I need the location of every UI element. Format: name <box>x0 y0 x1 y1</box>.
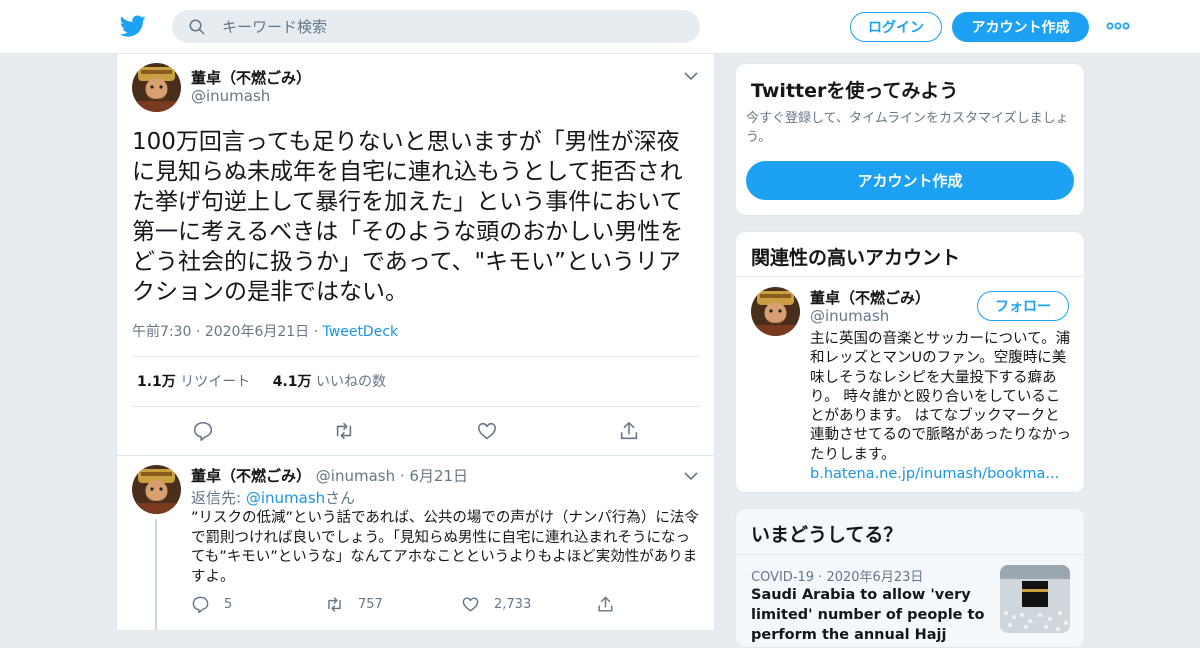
tweet-text: 100万回言っても足りないと思いますが「男性が深夜に見知らぬ未成年を自宅に連れ込… <box>132 129 684 305</box>
trend-thumbnail[interactable] <box>1000 565 1070 633</box>
search-input[interactable] <box>222 10 682 43</box>
reply-header: 董卓（不燃ごみ） @inumash · 6月21日 <box>191 465 468 486</box>
like-icon[interactable] <box>476 420 498 442</box>
retweet-stat-label: リツイート <box>180 374 251 390</box>
chevron-down-icon[interactable] <box>684 71 698 81</box>
bio-text: 主に英国の音楽とサッカーについて。浦和レッズとマンUのファン。空腹時に美味しそう… <box>810 331 1071 463</box>
divider <box>117 455 714 456</box>
signup-card-title: Twitterを使ってみよう <box>751 80 959 102</box>
tweet-stats: 1.1万 リツイート 4.1万 いいねの数 <box>137 371 386 391</box>
reply-like-button[interactable]: 2,733 <box>461 595 531 614</box>
avatar[interactable] <box>751 287 800 336</box>
reply-share-button[interactable] <box>596 595 629 614</box>
login-button[interactable]: ログイン <box>850 12 942 42</box>
divider <box>132 356 700 357</box>
reply-text: ”リスクの低減”という話であれば、公共の場での声がけ（ナンパ行為）に法令で罰則つ… <box>191 510 699 585</box>
related-account-bio: 主に英国の音楽とサッカーについて。浦和レッズとマンUのファン。空腹時に美味しそう… <box>810 330 1072 484</box>
signup-card: Twitterを使ってみよう 今すぐ登録して、タイムラインをカスタマイズしましょ… <box>735 63 1085 216</box>
avatar[interactable] <box>132 63 181 112</box>
tweet-meta: 午前7:30 · 2020年6月21日 · TweetDeck <box>132 321 398 341</box>
more-options-icon[interactable] <box>1106 19 1130 33</box>
reply-to-suffix: さん <box>325 489 356 507</box>
divider <box>736 554 1084 555</box>
reply-to-prefix: 返信先: <box>191 489 246 507</box>
reply-date[interactable]: 6月21日 <box>409 467 468 485</box>
trend-headline[interactable]: Saudi Arabia to allow 'very limited' num… <box>751 585 991 647</box>
reply-icon[interactable] <box>192 420 214 442</box>
reply-to-handle[interactable]: @inumash <box>246 489 325 507</box>
trend-category: COVID-19 <box>751 570 815 585</box>
tweet-date[interactable]: 2020年6月21日 <box>205 324 309 340</box>
divider <box>132 406 700 407</box>
meta-separator: · <box>395 467 410 485</box>
retweet-stat[interactable]: 1.1万 リツイート <box>137 374 250 390</box>
retweet-count: 1.1万 <box>137 374 176 390</box>
like-stat-label: いいねの数 <box>315 374 386 390</box>
share-icon <box>598 596 613 612</box>
chevron-down-icon[interactable] <box>684 471 698 481</box>
trends-card: いまどうしてる？ COVID-19 · 2020年6月23日 Saudi Ara… <box>735 508 1085 648</box>
meta-separator: · <box>191 324 205 340</box>
search-box[interactable] <box>172 10 700 43</box>
reply-retweet-button[interactable]: 757 <box>325 595 383 614</box>
like-icon <box>462 597 479 612</box>
search-icon <box>189 19 205 35</box>
trend-date: 2020年6月23日 <box>826 570 924 585</box>
related-accounts-card: 関連性の高いアカウント 董卓（不燃ごみ） @inumash フォロー 主に英国の… <box>735 231 1085 493</box>
related-account-handle[interactable]: @inumash <box>810 307 889 325</box>
signup-card-button[interactable]: アカウント作成 <box>746 161 1074 200</box>
bio-link[interactable]: b.hatena.ne.jp/inumash/bookma... <box>810 466 1059 482</box>
related-accounts-title: 関連性の高いアカウント <box>751 247 961 269</box>
signup-button[interactable]: アカウント作成 <box>952 12 1089 42</box>
retweet-icon <box>328 597 341 612</box>
related-account-name[interactable]: 董卓（不燃ごみ） <box>810 287 930 308</box>
trends-title: いまどうしてる？ <box>751 524 903 546</box>
tweet-column: 董卓（不燃ごみ） @inumash 100万回言っても足りないと思いますが「男性… <box>116 54 715 630</box>
divider <box>736 276 1084 277</box>
trend-meta: COVID-19 · 2020年6月23日 <box>751 570 924 585</box>
like-count: 2,733 <box>494 597 532 612</box>
thread-line <box>155 519 157 630</box>
like-stat[interactable]: 4.1万 いいねの数 <box>273 374 386 390</box>
share-icon[interactable] <box>618 420 640 442</box>
twitter-logo-icon[interactable] <box>120 13 146 39</box>
reply-count: 5 <box>224 597 233 612</box>
meta-separator: · <box>309 324 323 340</box>
reply-icon <box>192 596 209 614</box>
retweet-icon[interactable] <box>333 420 355 442</box>
top-bar: ログイン アカウント作成 <box>0 0 1200 54</box>
author-name[interactable]: 董卓（不燃ごみ） <box>191 67 311 88</box>
follow-button[interactable]: フォロー <box>977 291 1069 321</box>
reply-reply-button[interactable]: 5 <box>191 595 232 614</box>
tweet-source-link[interactable]: TweetDeck <box>323 324 399 340</box>
reply-author-handle[interactable]: @inumash <box>316 467 395 485</box>
retweet-count: 757 <box>358 597 383 612</box>
reply-to-line: 返信先: @inumashさん <box>191 487 355 508</box>
reply-author-name[interactable]: 董卓（不燃ごみ） <box>191 467 311 485</box>
avatar[interactable] <box>132 465 181 514</box>
author-handle[interactable]: @inumash <box>191 87 270 105</box>
signup-card-subtitle: 今すぐ登録して、タイムラインをカスタマイズしましょう。 <box>746 111 1069 145</box>
like-count: 4.1万 <box>272 374 312 390</box>
tweet-time[interactable]: 午前7:30 <box>132 324 191 340</box>
